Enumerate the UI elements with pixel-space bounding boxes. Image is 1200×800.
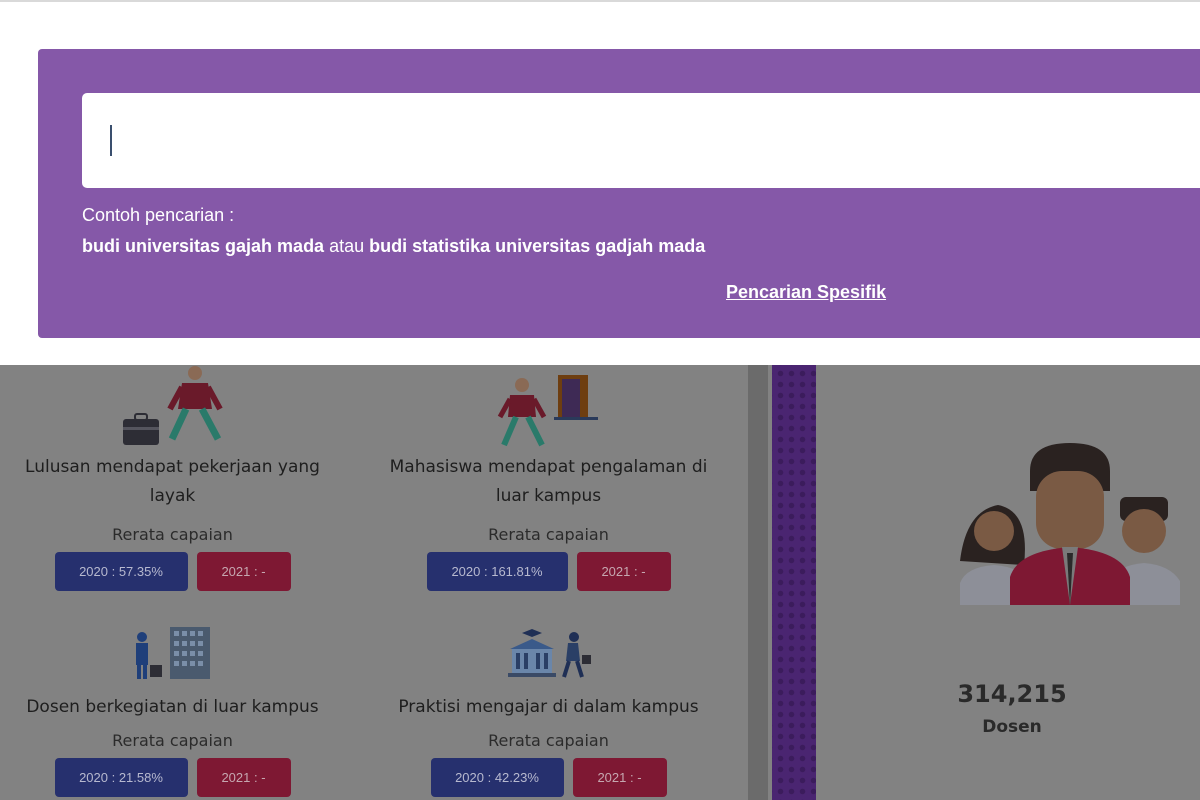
year-pills: 2020 : 21.58% 2021 : - bbox=[0, 758, 345, 797]
stat-panel: 314,215 Dosen bbox=[824, 365, 1200, 800]
pill-2020[interactable]: 2020 : 42.23% bbox=[430, 758, 564, 797]
search-panel: Contoh pencarian : budi universitas gaja… bbox=[38, 49, 1200, 338]
card-graduates-employed: Lulusan mendapat pekerjaan yang layak Re… bbox=[0, 453, 345, 591]
pill-2021[interactable]: 2021 : - bbox=[196, 552, 291, 591]
pill-2021[interactable]: 2021 : - bbox=[576, 552, 671, 591]
card-subtitle: Rerata capaian bbox=[112, 731, 233, 750]
card-students-experience: Mahasiswa mendapat pengalaman di luar ka… bbox=[376, 453, 721, 591]
student-door-icon bbox=[496, 369, 600, 451]
card-title: Praktisi mengajar di dalam kampus bbox=[398, 697, 699, 717]
year-pills: 2020 : 161.81% 2021 : - bbox=[376, 552, 721, 591]
card-subtitle: Rerata capaian bbox=[112, 525, 233, 544]
pill-2020[interactable]: 2020 : 57.35% bbox=[54, 552, 188, 591]
pill-2020[interactable]: 2020 : 21.58% bbox=[54, 758, 188, 797]
card-subtitle: Rerata capaian bbox=[488, 525, 609, 544]
search-example-1: budi universitas gajah mada bbox=[82, 236, 325, 256]
card-title: Dosen berkegiatan di luar kampus bbox=[26, 697, 319, 717]
pill-2020[interactable]: 2020 : 161.81% bbox=[426, 552, 568, 591]
search-example-2: budi statistika universitas gadjah mada bbox=[369, 236, 706, 256]
lecturer-label: Dosen bbox=[982, 717, 1042, 737]
card-lecturers-outside: Dosen berkegiatan di luar kampus Rerata … bbox=[0, 693, 345, 797]
search-hint-label: Contoh pencarian : bbox=[82, 205, 235, 225]
job-seeker-icon bbox=[120, 365, 230, 449]
card-title: Lulusan mendapat pekerjaan yang layak bbox=[25, 457, 320, 506]
card-subtitle: Rerata capaian bbox=[488, 731, 609, 750]
lecturer-building-icon bbox=[130, 625, 214, 685]
search-input[interactable] bbox=[82, 93, 1200, 188]
year-pills: 2020 : 57.35% 2021 : - bbox=[0, 552, 345, 591]
year-pills: 2020 : 42.23% 2021 : - bbox=[376, 758, 721, 797]
search-hint-examples: budi universitas gajah mada atau budi st… bbox=[82, 236, 705, 257]
pill-2021[interactable]: 2021 : - bbox=[572, 758, 667, 797]
pill-2021[interactable]: 2021 : - bbox=[196, 758, 291, 797]
lecturer-count: 314,215 bbox=[957, 680, 1067, 708]
specific-search-link[interactable]: Pencarian Spesifik bbox=[726, 282, 886, 303]
search-modal: Contoh pencarian : budi universitas gaja… bbox=[0, 2, 1200, 365]
panel-divider bbox=[748, 365, 768, 800]
card-title: Mahasiswa mendapat pengalaman di luar ka… bbox=[389, 457, 708, 506]
achievement-panel: Lulusan mendapat pekerjaan yang layak Re… bbox=[0, 365, 748, 800]
campus-practitioner-icon bbox=[506, 627, 596, 683]
search-hint-connector: atau bbox=[329, 236, 365, 256]
card-practitioners-teaching: Praktisi mengajar di dalam kampus Rerata… bbox=[376, 693, 721, 797]
people-group-icon bbox=[958, 441, 1182, 609]
dashboard-background: Lulusan mendapat pekerjaan yang layak Re… bbox=[0, 365, 1200, 800]
text-cursor bbox=[110, 125, 112, 156]
decorative-strip bbox=[772, 365, 816, 800]
